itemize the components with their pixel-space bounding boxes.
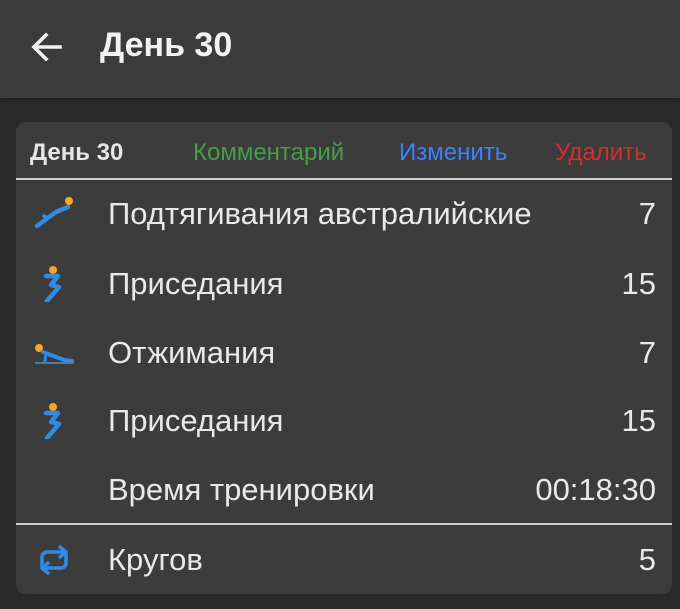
app-bar: День 30 xyxy=(0,0,680,98)
exercise-row[interactable]: Подтягивания австралийские 7 xyxy=(16,180,672,248)
comment-button[interactable]: Комментарий xyxy=(193,139,344,167)
edit-button[interactable]: Изменить xyxy=(399,139,507,167)
rounds-row: Кругов 5 xyxy=(16,526,672,594)
exercise-row[interactable]: Приседания 15 xyxy=(16,387,672,455)
rounds-label: Кругов xyxy=(108,542,203,577)
page-title: День 30 xyxy=(100,26,233,64)
exercise-name: Приседания xyxy=(108,403,284,438)
workout-time-row: Время тренировки 00:18:30 xyxy=(16,456,672,524)
squat-icon xyxy=(43,266,62,302)
exercise-count: 15 xyxy=(621,403,656,438)
workout-time-label: Время тренировки xyxy=(108,472,375,507)
exercise-row[interactable]: Приседания 15 xyxy=(16,250,672,318)
squat-icon xyxy=(43,403,62,439)
back-button[interactable] xyxy=(22,22,72,72)
rounds-value: 5 xyxy=(638,542,656,577)
exercise-name: Приседания xyxy=(108,266,284,301)
delete-button[interactable]: Удалить xyxy=(555,139,647,167)
card-header: День 30 Комментарий Изменить Удалить xyxy=(16,122,672,178)
exercise-row[interactable]: Отжимания 7 xyxy=(16,319,672,387)
exercise-count: 7 xyxy=(638,196,656,231)
workout-time-value: 00:18:30 xyxy=(535,472,656,507)
exercise-name: Подтягивания австралийские xyxy=(108,196,532,231)
arrow-back-icon xyxy=(31,32,62,62)
card-title: День 30 xyxy=(30,139,124,166)
australian-pullup-icon xyxy=(34,197,73,229)
exercise-name: Отжимания xyxy=(108,335,276,370)
exercise-count: 15 xyxy=(621,266,656,301)
exercise-count: 7 xyxy=(638,335,656,370)
repeat-icon xyxy=(40,545,68,575)
workout-day-card: День 30 Комментарий Изменить Удалить Под… xyxy=(16,122,672,594)
pushup-icon xyxy=(35,344,74,364)
rounds-divider xyxy=(16,523,672,525)
